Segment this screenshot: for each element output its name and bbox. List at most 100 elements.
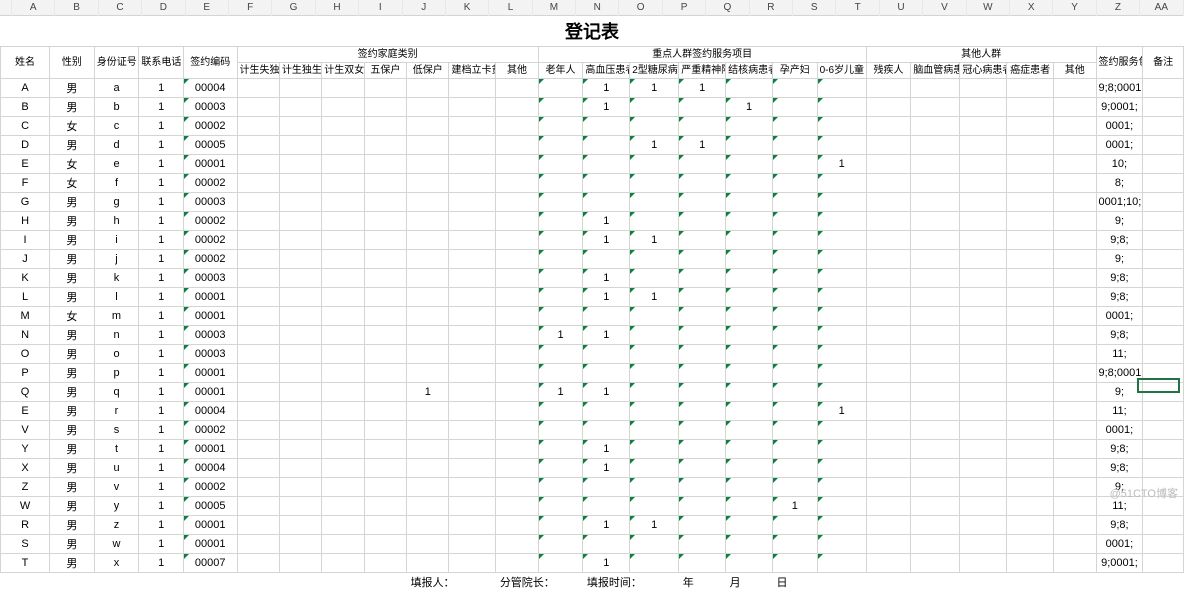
cell-empty[interactable] xyxy=(364,458,406,477)
cell-empty[interactable] xyxy=(496,401,538,420)
cell-code[interactable]: 00003 xyxy=(183,325,237,344)
cell-code[interactable]: 00001 xyxy=(183,439,237,458)
cell-empty[interactable] xyxy=(279,211,321,230)
cell-empty[interactable] xyxy=(1007,325,1054,344)
cell-tel[interactable]: 1 xyxy=(139,458,184,477)
cell-gxy[interactable] xyxy=(583,192,630,211)
cell-yzjs[interactable] xyxy=(679,344,726,363)
cell-gxy[interactable]: 1 xyxy=(583,287,630,306)
cell-empty[interactable] xyxy=(911,515,960,534)
cell-empty[interactable] xyxy=(279,439,321,458)
cell-ycf[interactable] xyxy=(772,211,817,230)
cell-empty[interactable] xyxy=(496,173,538,192)
cell-tnb[interactable] xyxy=(630,97,679,116)
cell-empty[interactable] xyxy=(496,344,538,363)
cell-gxy[interactable] xyxy=(583,173,630,192)
cell-empty[interactable] xyxy=(237,135,279,154)
cell-tel[interactable]: 1 xyxy=(139,382,184,401)
cell-gender[interactable]: 女 xyxy=(50,154,95,173)
cell-empty[interactable] xyxy=(1054,553,1096,572)
cell-empty[interactable] xyxy=(1054,116,1096,135)
cell-empty[interactable] xyxy=(496,135,538,154)
cell-empty[interactable] xyxy=(1054,135,1096,154)
cell-empty[interactable] xyxy=(960,230,1007,249)
cell-empty[interactable] xyxy=(960,287,1007,306)
cell-empty[interactable] xyxy=(237,496,279,515)
cell-empty[interactable] xyxy=(1007,211,1054,230)
cell-gxy[interactable] xyxy=(583,420,630,439)
cell-empty[interactable] xyxy=(237,344,279,363)
cell-empty[interactable] xyxy=(1007,363,1054,382)
cell-tnb[interactable] xyxy=(630,173,679,192)
cell-tnb[interactable] xyxy=(630,534,679,553)
cell-empty[interactable] xyxy=(960,173,1007,192)
cell-empty[interactable] xyxy=(1007,230,1054,249)
cell-empty[interactable] xyxy=(449,135,496,154)
cell-dbh[interactable] xyxy=(407,553,449,572)
cell-ycf[interactable] xyxy=(772,534,817,553)
cell-jhb[interactable] xyxy=(726,439,773,458)
cell-yzjs[interactable] xyxy=(679,116,726,135)
cell-elder[interactable] xyxy=(538,97,583,116)
cell-empty[interactable] xyxy=(960,439,1007,458)
cell-empty[interactable] xyxy=(1007,477,1054,496)
cell-empty[interactable] xyxy=(364,287,406,306)
cell-empty[interactable] xyxy=(496,534,538,553)
cell-code[interactable]: 00002 xyxy=(183,420,237,439)
cell-empty[interactable] xyxy=(364,135,406,154)
cell-empty[interactable] xyxy=(866,496,911,515)
cell-empty[interactable] xyxy=(866,306,911,325)
cell-empty[interactable] xyxy=(1054,268,1096,287)
cell-empty[interactable] xyxy=(237,192,279,211)
cell-dbh[interactable] xyxy=(407,477,449,496)
cell-empty[interactable] xyxy=(866,420,911,439)
cell-empty[interactable] xyxy=(1143,401,1184,420)
cell-s06[interactable] xyxy=(817,230,866,249)
cell-yzjs[interactable]: 1 xyxy=(679,78,726,97)
cell-empty[interactable] xyxy=(911,306,960,325)
cell-empty[interactable] xyxy=(237,534,279,553)
cell-empty[interactable] xyxy=(322,458,364,477)
cell-elder[interactable] xyxy=(538,211,583,230)
cell-s06[interactable] xyxy=(817,496,866,515)
cell-dbh[interactable] xyxy=(407,211,449,230)
cell-jhb[interactable] xyxy=(726,325,773,344)
cell-empty[interactable] xyxy=(960,116,1007,135)
cell-tnb[interactable]: 1 xyxy=(630,515,679,534)
cell-name[interactable]: V xyxy=(1,420,50,439)
cell-code[interactable]: 00005 xyxy=(183,135,237,154)
cell-id[interactable]: p xyxy=(94,363,139,382)
cell-empty[interactable] xyxy=(364,192,406,211)
cell-empty[interactable] xyxy=(1054,515,1096,534)
cell-empty[interactable] xyxy=(322,287,364,306)
cell-empty[interactable] xyxy=(1143,515,1184,534)
cell-ycf[interactable] xyxy=(772,553,817,572)
cell-empty[interactable] xyxy=(1143,287,1184,306)
cell-empty[interactable] xyxy=(322,211,364,230)
cell-gender[interactable]: 女 xyxy=(50,306,95,325)
cell-elder[interactable] xyxy=(538,135,583,154)
cell-code[interactable]: 00001 xyxy=(183,534,237,553)
cell-gxy[interactable]: 1 xyxy=(583,97,630,116)
cell-empty[interactable] xyxy=(1143,249,1184,268)
cell-elder[interactable] xyxy=(538,420,583,439)
cell-empty[interactable] xyxy=(322,382,364,401)
cell-s06[interactable] xyxy=(817,268,866,287)
cell-gxy[interactable] xyxy=(583,496,630,515)
cell-tnb[interactable] xyxy=(630,420,679,439)
cell-empty[interactable] xyxy=(866,439,911,458)
cell-empty[interactable] xyxy=(1143,97,1184,116)
cell-empty[interactable] xyxy=(866,477,911,496)
cell-gxy[interactable]: 1 xyxy=(583,325,630,344)
cell-empty[interactable] xyxy=(866,97,911,116)
cell-pkg[interactable]: 9; xyxy=(1096,249,1143,268)
cell-tel[interactable]: 1 xyxy=(139,306,184,325)
cell-empty[interactable] xyxy=(279,97,321,116)
cell-empty[interactable] xyxy=(279,268,321,287)
cell-name[interactable]: E xyxy=(1,154,50,173)
cell-gxy[interactable] xyxy=(583,477,630,496)
cell-elder[interactable] xyxy=(538,553,583,572)
cell-s06[interactable] xyxy=(817,78,866,97)
cell-empty[interactable] xyxy=(960,382,1007,401)
cell-jhb[interactable] xyxy=(726,401,773,420)
